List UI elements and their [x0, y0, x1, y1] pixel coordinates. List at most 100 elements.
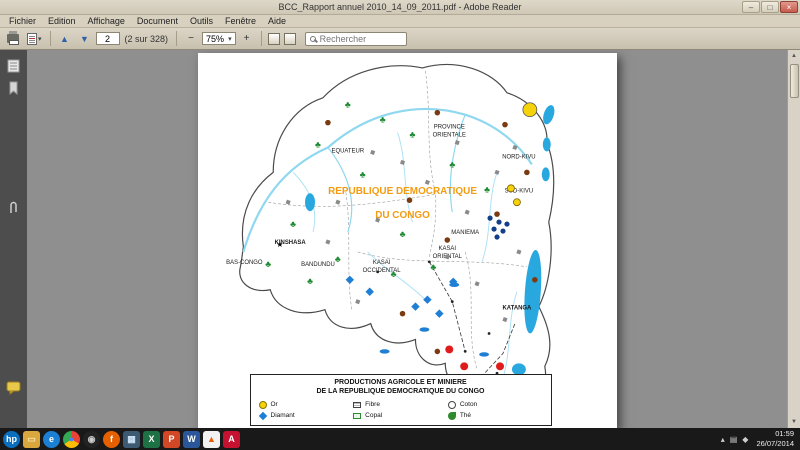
region-label: PROVINCE [433, 125, 464, 131]
taskbar-icon-adobe-reader[interactable]: A [223, 431, 240, 448]
vertical-scrollbar[interactable]: ▲ ▼ [787, 50, 800, 428]
scroll-down-icon[interactable]: ▼ [791, 416, 797, 428]
map-marker-tree: ♣ [290, 219, 296, 229]
map-legend: PRODUCTIONS AGRICOLE ET MINIERE DE LA RE… [250, 374, 552, 426]
menu-edition[interactable]: Edition [42, 16, 82, 26]
zoom-out-button[interactable]: − [182, 30, 200, 47]
map-marker-animal [325, 120, 331, 126]
legend-item-diamant: Diamant [259, 410, 354, 421]
menu-fichier[interactable]: Fichier [3, 16, 42, 26]
map-marker-animal [406, 197, 412, 203]
content-area: ★ EQUATEURPROVINCEORIENTALENORD-KIVUSUD-… [0, 50, 800, 428]
zoom-in-button[interactable]: + [238, 30, 256, 47]
page-number-input[interactable] [96, 32, 120, 45]
taskbar-icon-photo-viewer[interactable]: ▦ [123, 431, 140, 448]
map-marker-red [445, 345, 453, 353]
taskbar: hp▭e●◉f▦XPW▲A ▴ ▤ ◆ 01:59 26/07/2014 [0, 428, 800, 450]
attachments-icon[interactable] [5, 200, 22, 215]
map-marker-animal [502, 122, 508, 128]
legend-title-line1: PRODUCTIONS AGRICOLE ET MINIERE [259, 378, 543, 387]
menu-affichage[interactable]: Affichage [82, 16, 131, 26]
menu-document[interactable]: Document [131, 16, 184, 26]
chevron-down-icon: ▾ [228, 35, 232, 43]
single-page-view-button[interactable] [268, 33, 280, 45]
taskbar-icon-internet-explorer[interactable]: e [43, 431, 60, 448]
adobe-reader-window: BCC_Rapport annuel 2010_14_09_2011.pdf -… [0, 0, 800, 450]
taskbar-icon-excel[interactable]: X [143, 431, 160, 448]
map-marker-tree: ♣ [409, 130, 415, 140]
menu-aide[interactable]: Aide [262, 16, 292, 26]
map-marker-tree: ♣ [399, 229, 405, 239]
taskbar-icon-firefox[interactable]: f [103, 431, 120, 448]
taskbar-icon-word[interactable]: W [183, 431, 200, 448]
map-marker-dot [504, 222, 509, 227]
legend-item-the: Thé [448, 410, 543, 421]
country-title: REPUBLIQUE DEMOCRATIQUE [328, 186, 477, 197]
taskbar-clock[interactable]: 01:59 26/07/2014 [756, 429, 794, 449]
map-marker-town [487, 332, 490, 335]
map-svg: ★ EQUATEURPROVINCEORIENTALENORD-KIVUSUD-… [198, 53, 617, 428]
search-icon [310, 36, 316, 42]
map-marker-gold [513, 199, 520, 206]
legend-item-coton: Coton [448, 399, 543, 410]
taskbar-icon-vlc[interactable]: ▲ [203, 431, 220, 448]
map-marker-town [427, 260, 430, 263]
map-marker-town [463, 350, 466, 353]
titlebar[interactable]: BCC_Rapport annuel 2010_14_09_2011.pdf -… [0, 0, 800, 15]
legend-item-fibre: Fibre [353, 399, 448, 410]
export-button[interactable]: ▾ [24, 30, 45, 47]
search-input[interactable] [320, 34, 402, 44]
window-controls: – □ × [742, 1, 798, 13]
lake-kivu [541, 167, 549, 181]
tray-icon-2[interactable]: ◆ [742, 435, 748, 444]
legend-label: Or [271, 401, 278, 408]
map-marker-tree: ♣ [315, 139, 321, 149]
toolbar: ▾ ▲ ▼ (2 sur 328) − 75% ▾ + [0, 28, 800, 50]
menu-outils[interactable]: Outils [184, 16, 219, 26]
scrollbar-thumb[interactable] [790, 64, 799, 98]
document-area[interactable]: ★ EQUATEURPROVINCEORIENTALENORD-KIVUSUD-… [27, 50, 787, 428]
region-label: EQUATEUR [331, 148, 364, 154]
close-button[interactable]: × [780, 1, 798, 13]
previous-page-button[interactable]: ▲ [56, 30, 74, 47]
maximize-button[interactable]: □ [761, 1, 779, 13]
map-marker-tree: ♣ [430, 262, 436, 272]
taskbar-icon-media-player[interactable]: ◉ [83, 431, 100, 448]
map-marker-animal [434, 110, 440, 116]
map-marker-animal [524, 170, 530, 176]
region-label: BANDUNDU [301, 262, 335, 268]
menu-fenetre[interactable]: Fenêtre [219, 16, 262, 26]
map-marker-dot [491, 226, 496, 231]
region-label: KASAI [438, 246, 456, 252]
clock-time: 01:59 [756, 429, 794, 439]
taskbar-icon-folder[interactable]: ▭ [23, 431, 40, 448]
taskbar-icon-powerpoint[interactable]: P [163, 431, 180, 448]
map-marker-tree: ♣ [344, 100, 350, 110]
zoom-level-control[interactable]: 75% ▾ [202, 32, 236, 45]
tray-icon-0[interactable]: ▴ [721, 435, 725, 444]
map-marker-town [450, 300, 453, 303]
chevron-down-icon: ▾ [38, 35, 42, 43]
continuous-view-button[interactable] [284, 33, 296, 45]
or-icon [259, 401, 267, 409]
map-marker-tree: ♣ [449, 159, 455, 169]
taskbar-icon-chrome[interactable]: ● [63, 431, 80, 448]
legend-label: Coton [460, 401, 477, 408]
legend-item-or: Or [259, 399, 354, 410]
next-page-button[interactable]: ▼ [76, 30, 94, 47]
taskbar-icon-hp[interactable]: hp [3, 431, 20, 448]
page-thumbnails-icon[interactable] [5, 58, 22, 73]
navigation-rail [0, 50, 27, 428]
lake-edward [542, 138, 550, 152]
comments-icon[interactable] [5, 380, 22, 395]
copal-icon [353, 413, 361, 419]
scroll-up-icon[interactable]: ▲ [791, 50, 797, 62]
search-box[interactable] [305, 32, 407, 46]
tray-icon-1[interactable]: ▤ [730, 435, 738, 444]
map-marker-dot [496, 220, 501, 225]
print-button[interactable] [4, 30, 22, 47]
bookmarks-icon[interactable] [5, 80, 22, 95]
region-label: KATANGA [502, 306, 532, 312]
map-marker-tree: ♣ [359, 169, 365, 179]
minimize-button[interactable]: – [742, 1, 760, 13]
